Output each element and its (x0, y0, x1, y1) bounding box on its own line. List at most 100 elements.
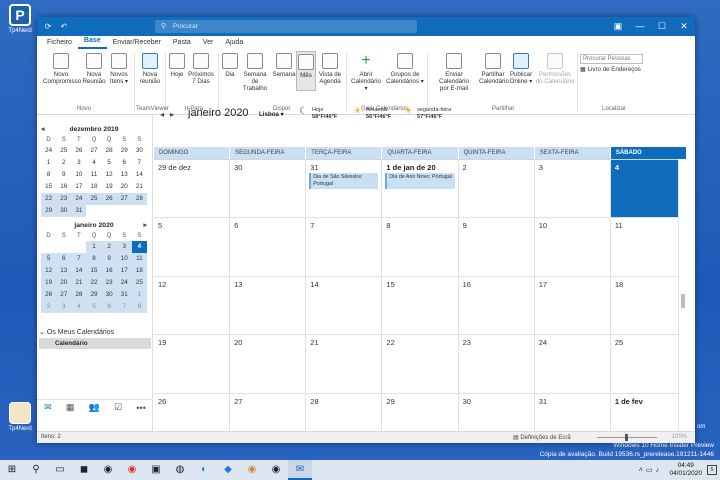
vscode-icon[interactable]: ◆ (216, 460, 240, 480)
mini-calendar-day[interactable]: 16 (56, 181, 71, 193)
publish-online-button[interactable]: Publicar Online ▾ (508, 53, 534, 85)
mini-calendar-day[interactable]: 6 (117, 157, 132, 169)
search-people-input[interactable]: Procurar Pessoas (580, 54, 643, 64)
mini-calendar-day[interactable]: 22 (41, 193, 57, 205)
close-icon[interactable]: ✕ (673, 17, 695, 36)
open-calendar-button[interactable]: + Abrir Calendário ▾ (349, 53, 383, 93)
day-cell[interactable]: 31 Dia de São Silvestre; Portugal (306, 160, 383, 219)
mini-calendar-day[interactable]: 5 (41, 253, 57, 265)
mini-calendar-day[interactable]: 24 (116, 277, 132, 289)
mini-calendar-day[interactable]: 22 (86, 277, 102, 289)
mini-calendar-day[interactable]: 21 (132, 181, 147, 193)
day-cell[interactable]: 7 (306, 218, 383, 277)
week-view-button[interactable]: Semana (272, 53, 296, 78)
mini-calendar-day[interactable]: 17 (71, 181, 86, 193)
day-cell[interactable]: 30 (230, 160, 307, 219)
system-tray[interactable]: ˄▭♪ (639, 466, 662, 474)
mini-calendar-day[interactable]: 14 (71, 265, 87, 277)
more-icon[interactable]: ••• (136, 403, 145, 413)
day-cell[interactable]: 8 (382, 218, 459, 277)
taskbar-search-icon[interactable]: ⚲ (24, 460, 48, 480)
notifications-icon[interactable]: 5 (707, 465, 717, 475)
menu-pasta[interactable]: Pasta (167, 37, 197, 49)
mini-calendar-day[interactable]: 20 (56, 277, 72, 289)
mini-calendar-day[interactable]: 19 (102, 181, 117, 193)
day-cell[interactable]: 12 (154, 276, 231, 336)
day-cell[interactable]: 23 (458, 335, 535, 394)
mini-calendar-day[interactable]: 6 (101, 301, 117, 313)
refresh-icon[interactable]: ⟳ (43, 22, 53, 32)
app-icon-5[interactable]: ◉ (264, 460, 288, 480)
undo-icon[interactable]: ↶ (59, 22, 69, 32)
mini-calendar-day[interactable]: 19 (41, 277, 57, 289)
day-cell[interactable]: 21 (306, 335, 383, 394)
calendar-item[interactable]: Calendário (39, 338, 151, 349)
work-week-button[interactable]: Semana de Trabalho (240, 53, 270, 92)
day-cell[interactable]: 10 (534, 218, 611, 277)
day-cell[interactable]: 18 (610, 276, 687, 336)
mini-calendar-day[interactable]: 24 (41, 145, 56, 157)
mini-calendar-day[interactable]: 12 (102, 169, 117, 181)
mini-calendar-day[interactable]: 30 (132, 145, 147, 157)
menu-ajuda[interactable]: Ajuda (219, 37, 249, 49)
day-cell[interactable]: 15 (382, 276, 459, 336)
day-cell[interactable]: 2 (458, 160, 535, 219)
next-7-days-button[interactable]: Próximos 7 Dias (187, 53, 215, 85)
calendar-nav-icon[interactable]: ▦ (66, 402, 75, 413)
day-cell[interactable]: 13 (230, 276, 307, 336)
mini-calendar-day[interactable]: 1 (86, 241, 102, 253)
search-input[interactable]: ⚲ Procurar (155, 20, 417, 33)
mini-calendar-day[interactable]: 5 (102, 157, 117, 169)
outlook-taskbar-icon[interactable]: ✉ (288, 460, 312, 480)
mini-calendar-day[interactable]: 8 (131, 301, 147, 313)
mini-calendar-day[interactable]: 2 (56, 157, 71, 169)
mini-calendar-day[interactable]: 13 (117, 169, 132, 181)
app-icon-1[interactable]: ◼ (72, 460, 96, 480)
mini-calendar-day[interactable]: 15 (41, 181, 56, 193)
menu-enviar-receber[interactable]: Enviar/Receber (107, 37, 167, 49)
day-cell[interactable]: 3 (534, 160, 611, 219)
terminal-icon[interactable]: ▣ (144, 460, 168, 480)
mini-calendar-day[interactable]: 2 (101, 241, 117, 253)
mini-calendar-day[interactable]: 4 (86, 157, 101, 169)
scroll-thumb[interactable] (681, 294, 685, 308)
mini-calendar-day[interactable]: 27 (116, 193, 132, 205)
mini-calendar-day[interactable]: 27 (56, 289, 72, 301)
month-view-button[interactable]: Mês (296, 51, 316, 91)
menu-ver[interactable]: Ver (197, 37, 220, 49)
mini-calendar-day[interactable]: 31 (116, 289, 132, 301)
day-cell[interactable]: 22 (382, 335, 459, 394)
people-icon[interactable]: 👥 (89, 402, 100, 413)
mini-calendar-day[interactable]: 25 (86, 193, 102, 205)
day-cell[interactable]: 5 (154, 218, 231, 277)
day-cell[interactable]: 17 (534, 276, 611, 336)
holiday-event[interactable]: Dia de São Silvestre; Portugal (309, 173, 379, 189)
mini-calendar-day[interactable]: 27 (86, 145, 101, 157)
mini-calendar-day[interactable]: 26 (41, 289, 57, 301)
mini-calendar-day[interactable]: 7 (71, 253, 87, 265)
my-calendars-header[interactable]: ⌄ Os Meus Calendários (39, 327, 151, 338)
mini-calendar-day[interactable]: 10 (116, 253, 132, 265)
mini-calendar-day[interactable]: 12 (41, 265, 57, 277)
calendar-permissions-button[interactable]: Permissões do Calendário (535, 53, 575, 85)
day-cell[interactable]: 6 (230, 218, 307, 277)
mini-calendar-day[interactable]: 1 (131, 289, 147, 301)
mini-calendar-day[interactable]: 9 (101, 253, 117, 265)
day-cell[interactable]: 25 (610, 335, 687, 394)
email-calendar-button[interactable]: Enviar Calendário por E-mail (430, 53, 478, 92)
prev-month-icon[interactable]: ◂ (41, 125, 45, 135)
mini-calendar-day[interactable]: 29 (86, 289, 102, 301)
day-cell[interactable]: 4 (610, 160, 687, 219)
mini-calendar-day[interactable]: 2 (41, 301, 57, 313)
mini-calendar-day[interactable]: 18 (131, 265, 147, 277)
chrome-icon[interactable]: ◉ (120, 460, 144, 480)
mini-calendar-day[interactable]: 15 (86, 265, 102, 277)
mini-calendar-day[interactable]: 28 (131, 193, 147, 205)
maximize-icon[interactable]: ☐ (651, 17, 673, 36)
mini-calendar-day[interactable]: 29 (41, 205, 57, 217)
mini-calendar-day[interactable]: 8 (86, 253, 102, 265)
mini-calendar-day[interactable]: 4 (71, 301, 87, 313)
day-cell[interactable]: 1 de jan de 20 Dia de Ano Novo; Portugal (382, 160, 459, 219)
menu-base[interactable]: Base (77, 35, 107, 49)
mini-calendar-day[interactable]: 3 (56, 301, 72, 313)
